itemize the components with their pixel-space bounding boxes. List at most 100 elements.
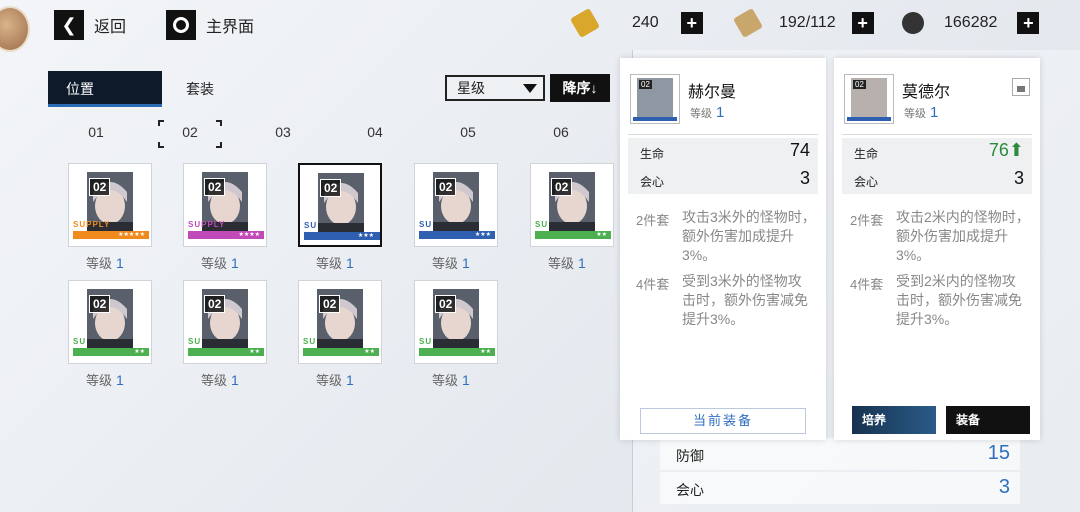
module-card[interactable]: 02 SU ★★ bbox=[183, 280, 267, 364]
resource-value: 240 bbox=[632, 14, 659, 31]
add-gold-button[interactable]: + bbox=[680, 12, 703, 34]
lock-icon[interactable] bbox=[1012, 78, 1030, 96]
module-number: 02 bbox=[89, 178, 111, 196]
rarity-stars: ★★★ bbox=[474, 232, 491, 238]
tab-position[interactable]: 位置 bbox=[48, 71, 162, 107]
chevron-down-icon bbox=[523, 84, 537, 93]
module-thumbnail: 02 bbox=[844, 74, 894, 124]
resource-value: 166282 bbox=[944, 14, 998, 31]
module-level: 等级 1 bbox=[86, 372, 124, 388]
module-number: 02 bbox=[204, 295, 226, 313]
set2-description: 攻击3米外的怪物时，额外伤害加成提升3%。 bbox=[682, 209, 816, 263]
stat-label: 会心 bbox=[640, 175, 665, 189]
black-crystal-icon bbox=[897, 7, 929, 39]
module-card[interactable]: 02 SUPPLY ★★★★ bbox=[183, 163, 267, 247]
chevron-left-icon: ❮ bbox=[54, 10, 84, 40]
module-level: 等级 1 bbox=[690, 104, 725, 121]
add-stamina-button[interactable]: + bbox=[851, 12, 874, 34]
stat-row-crit: 会心 3 bbox=[628, 166, 818, 194]
home-label: 主界面 bbox=[206, 19, 255, 36]
module-brand: SU bbox=[419, 220, 433, 229]
module-number: 02 bbox=[204, 178, 226, 196]
module-card[interactable]: 02 SU ★★ bbox=[298, 280, 382, 364]
module-level: 等级 1 bbox=[316, 255, 354, 271]
position-01[interactable]: 01 bbox=[76, 124, 116, 140]
current-equip-button[interactable]: 当前装备 bbox=[640, 408, 806, 434]
module-number: 02 bbox=[435, 295, 457, 313]
module-level: 等级 1 bbox=[432, 255, 470, 271]
module-name: 赫尔曼 bbox=[688, 84, 737, 101]
module-brand: SU bbox=[73, 337, 87, 346]
module-brand: SU bbox=[188, 337, 202, 346]
player-avatar[interactable] bbox=[0, 6, 30, 52]
resource-gold: 240 + bbox=[569, 7, 703, 39]
gold-ticket-icon bbox=[569, 7, 601, 39]
set4-label: 4件套 bbox=[850, 277, 884, 292]
stat-label: 生命 bbox=[640, 147, 665, 161]
module-number: 02 bbox=[319, 295, 341, 313]
module-card[interactable]: 02 SU ★★★ bbox=[414, 163, 498, 247]
stat-value: 3 bbox=[799, 168, 810, 188]
position-05[interactable]: 05 bbox=[448, 124, 488, 140]
set4-description: 受到3米外的怪物攻击时，额外伤害减免提升3%。 bbox=[682, 273, 808, 327]
stat-value-increase: 76⬆ bbox=[988, 140, 1024, 160]
position-06[interactable]: 06 bbox=[541, 124, 581, 140]
upgrade-button[interactable]: 培养 bbox=[852, 406, 936, 434]
star-filter-select[interactable]: 星级 bbox=[445, 75, 545, 101]
set2-description: 攻击2米内的怪物时，额外伤害加成提升3%。 bbox=[896, 209, 1030, 263]
module-level: 等级 1 bbox=[432, 372, 470, 388]
module-card[interactable]: 02 SU ★★ bbox=[414, 280, 498, 364]
set4-description: 受到2米内的怪物攻击时，额外伤害减免提升3%。 bbox=[896, 273, 1022, 327]
bg-stat-value: 3 bbox=[998, 476, 1010, 498]
module-brand: SU bbox=[535, 220, 549, 229]
stat-label: 生命 bbox=[854, 147, 879, 161]
module-number: 02 bbox=[89, 295, 111, 313]
module-card[interactable]: 02 SU ★★ bbox=[530, 163, 614, 247]
back-button[interactable]: ❮ 返回 bbox=[54, 10, 126, 40]
sort-desc-button[interactable]: 降序↓ bbox=[550, 74, 610, 102]
top-bar: ❮ 返回 主界面 240 + 192/112 + 166282 + bbox=[0, 0, 1080, 52]
stat-row-crit: 会心 3 bbox=[842, 166, 1032, 194]
set2-label: 2件套 bbox=[636, 213, 670, 228]
module-brand: SU bbox=[303, 337, 317, 346]
rarity-stars: ★★★★ bbox=[238, 232, 260, 238]
module-card[interactable]: 02 SU ★★★ bbox=[298, 163, 382, 247]
stat-row-hp: 生命 76⬆ bbox=[842, 138, 1032, 166]
module-brand: SUPPLY bbox=[73, 220, 111, 229]
module-card[interactable]: 02 SUPPLY ★★★★★ bbox=[68, 163, 152, 247]
set2-label: 2件套 bbox=[850, 213, 884, 228]
rarity-stars: ★★ bbox=[249, 349, 260, 355]
rarity-stars: ★★ bbox=[596, 232, 607, 238]
module-level: 等级 1 bbox=[201, 255, 239, 271]
position-03[interactable]: 03 bbox=[263, 124, 303, 140]
bg-stat-label: 防御 bbox=[676, 448, 704, 464]
module-brand: SUPPLY bbox=[188, 220, 226, 229]
resource-stamina: 192/112 + bbox=[732, 7, 874, 39]
module-level: 等级 1 bbox=[316, 372, 354, 388]
module-number: 02 bbox=[320, 179, 342, 197]
tab-set[interactable]: 套装 bbox=[168, 71, 268, 107]
rarity-stars: ★★ bbox=[364, 349, 375, 355]
home-button[interactable]: 主界面 bbox=[166, 10, 254, 40]
rarity-stars: ★★ bbox=[480, 349, 491, 355]
module-level: 等级 1 bbox=[904, 104, 939, 121]
resource-value: 192/112 bbox=[779, 14, 836, 31]
back-label: 返回 bbox=[94, 19, 127, 36]
module-level: 等级 1 bbox=[548, 255, 586, 271]
stat-value: 3 bbox=[1013, 168, 1024, 188]
bg-stat-value: 15 bbox=[987, 442, 1010, 464]
filter-selected-label: 星级 bbox=[457, 80, 485, 96]
equip-button[interactable]: 装备 bbox=[946, 406, 1030, 434]
module-number: 02 bbox=[551, 178, 573, 196]
position-selected-bracket bbox=[158, 120, 222, 148]
resource-crystal: 166282 + bbox=[897, 7, 1040, 39]
compare-module-popup: 02 莫德尔 等级 1 生命 76⬆ 会心 3 2件套 攻击2米内的怪物时，额外伤… bbox=[834, 58, 1040, 440]
module-brand: SU bbox=[419, 337, 433, 346]
position-04[interactable]: 04 bbox=[355, 124, 395, 140]
set4-label: 4件套 bbox=[636, 277, 670, 292]
module-level: 等级 1 bbox=[86, 255, 124, 271]
module-name: 莫德尔 bbox=[902, 84, 951, 101]
module-brand: SU bbox=[304, 221, 318, 230]
module-card[interactable]: 02 SU ★★ bbox=[68, 280, 152, 364]
add-crystal-button[interactable]: + bbox=[1017, 12, 1040, 34]
